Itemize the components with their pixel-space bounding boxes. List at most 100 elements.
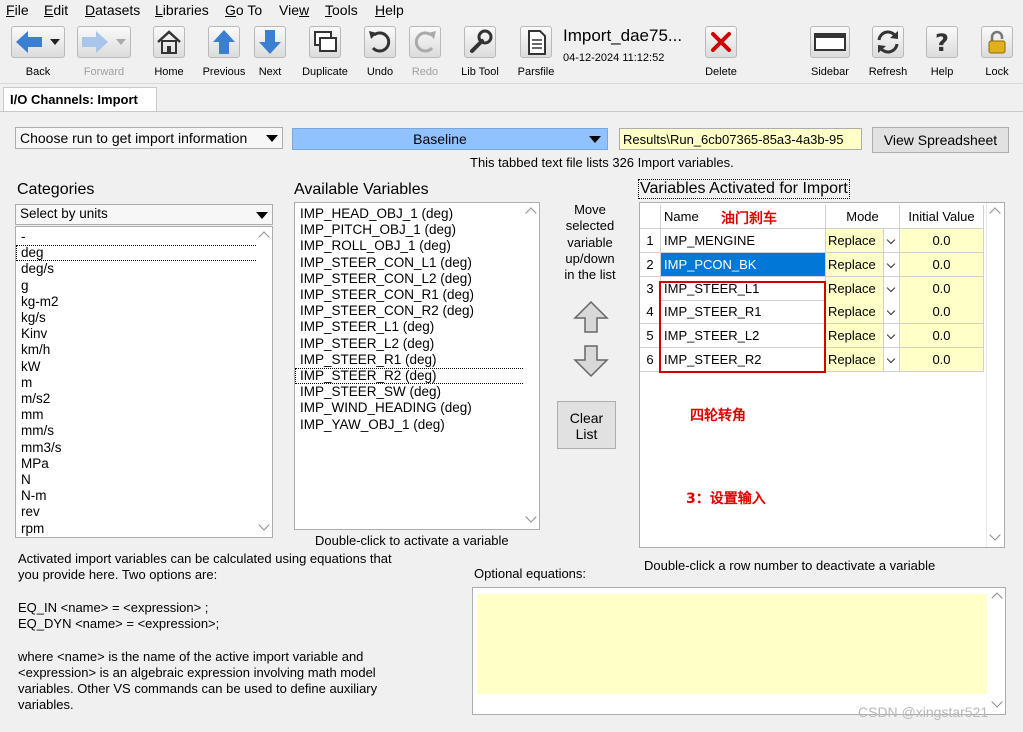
category-item[interactable]: kg/s [16, 310, 272, 326]
scrollbar[interactable] [523, 203, 539, 529]
category-item[interactable]: m [16, 375, 272, 391]
chevron-down-icon[interactable] [884, 229, 900, 253]
duplicate-button[interactable]: Duplicate [297, 26, 353, 82]
baseline-select[interactable]: Baseline [292, 128, 608, 150]
next-button[interactable]: Next [253, 26, 287, 82]
parsfile-button[interactable]: Parsfile [513, 26, 559, 82]
view-spreadsheet-button[interactable]: View Spreadsheet [872, 127, 1009, 153]
chevron-down-icon[interactable] [884, 276, 900, 301]
row-number[interactable]: 3 [640, 276, 661, 301]
mode-select[interactable]: Replace [826, 229, 884, 253]
back-button[interactable]: Back [8, 26, 68, 82]
category-item[interactable]: mm/s [16, 423, 272, 439]
category-item[interactable]: mm [16, 407, 272, 423]
results-path-field[interactable]: Results\Run_6cb07365-85a3-4a3b-95 [619, 128, 862, 150]
menu-goto[interactable]: Go To [225, 2, 262, 18]
available-variables-list[interactable]: IMP_HEAD_OBJ_1 (deg) IMP_PITCH_OBJ_1 (deg… [294, 202, 540, 530]
mode-select[interactable]: Replace [826, 348, 884, 372]
previous-button[interactable]: Previous [200, 26, 248, 82]
home-button[interactable]: Home [148, 26, 190, 82]
available-variable-item[interactable]: IMP_STEER_L2 (deg) [295, 336, 539, 352]
category-item[interactable]: rpm [16, 521, 272, 537]
initial-value-input[interactable]: 0.0 [900, 300, 984, 325]
redo-button[interactable]: Redo [405, 26, 445, 82]
available-variable-item[interactable]: IMP_YAW_OBJ_1 (deg) [295, 417, 539, 433]
scrollbar[interactable] [256, 227, 272, 537]
menu-libraries[interactable]: Libraries [155, 2, 209, 18]
optional-equations-box[interactable] [472, 587, 1006, 715]
available-variable-item[interactable]: IMP_STEER_CON_L1 (deg) [295, 255, 539, 271]
lock-button[interactable]: Lock [977, 26, 1017, 82]
category-item[interactable]: deg/s [16, 261, 272, 277]
row-number[interactable]: 1 [640, 229, 661, 253]
menu-help[interactable]: Help [375, 2, 404, 18]
menu-tools[interactable]: Tools [325, 2, 358, 18]
initial-value-input[interactable]: 0.0 [900, 324, 984, 349]
category-item[interactable]: deg [16, 245, 272, 262]
category-item[interactable]: kW [16, 359, 272, 375]
category-item[interactable]: m/s2 [16, 391, 272, 407]
menu-file[interactable]: File [6, 2, 29, 18]
chevron-down-icon[interactable] [884, 324, 900, 349]
forward-button[interactable]: Forward [74, 26, 134, 82]
menu-view[interactable]: View [279, 2, 309, 18]
variable-name[interactable]: IMP_MENGINE [661, 229, 826, 253]
categories-list[interactable]: - deg deg/s g kg-m2 kg/s Kinv km/h kW m m/s2 mm mm/s… [15, 226, 273, 538]
equations-textarea[interactable] [477, 594, 987, 694]
category-item[interactable]: rev [16, 504, 272, 520]
available-variable-item[interactable]: IMP_WIND_HEADING (deg) [295, 400, 539, 416]
chevron-down-icon[interactable] [884, 300, 900, 325]
available-variable-item[interactable]: IMP_HEAD_OBJ_1 (deg) [295, 206, 539, 222]
move-down-arrow-icon[interactable] [573, 344, 609, 378]
menu-datasets[interactable]: Datasets [85, 2, 140, 18]
row-number[interactable]: 2 [640, 252, 661, 277]
units-filter-select[interactable]: Select by units [15, 204, 273, 225]
available-variable-item[interactable]: IMP_STEER_CON_R2 (deg) [295, 303, 539, 319]
category-item[interactable]: - [16, 229, 272, 245]
row-number[interactable]: 5 [640, 324, 661, 349]
available-variable-item[interactable]: IMP_STEER_CON_L2 (deg) [295, 271, 539, 287]
category-item[interactable]: MPa [16, 456, 272, 472]
lib-tool-button[interactable]: Lib Tool [455, 26, 505, 82]
dataset-title[interactable]: Import_dae75... [563, 26, 682, 46]
menu-edit[interactable]: Edit [44, 2, 68, 18]
mode-select[interactable]: Replace [826, 324, 884, 349]
category-item[interactable]: Kinv [16, 326, 272, 342]
scrollbar[interactable] [986, 203, 1004, 547]
tab-io-channels-import[interactable]: I/O Channels: Import [3, 87, 157, 111]
move-up-arrow-icon[interactable] [573, 300, 609, 334]
category-item[interactable]: kg-m2 [16, 294, 272, 310]
help-button[interactable]: ? Help [922, 26, 962, 82]
row-number[interactable]: 6 [640, 348, 661, 372]
mode-select[interactable]: Replace [826, 300, 884, 325]
category-item[interactable]: km/h [16, 342, 272, 358]
mode-select[interactable]: Replace [826, 276, 884, 301]
category-item[interactable]: mm3/s [16, 440, 272, 456]
available-variable-item[interactable]: IMP_STEER_R2 (deg) [295, 368, 539, 385]
initial-value-input[interactable]: 0.0 [900, 252, 984, 277]
available-variable-item[interactable]: IMP_STEER_SW (deg) [295, 384, 539, 400]
mode-select[interactable]: Replace [826, 252, 884, 277]
available-variable-item[interactable]: IMP_STEER_CON_R1 (deg) [295, 287, 539, 303]
sidebar-button[interactable]: Sidebar [806, 26, 854, 82]
clear-list-button[interactable]: Clear List [557, 401, 616, 449]
chevron-down-icon[interactable] [884, 252, 900, 277]
category-item[interactable]: N-m [16, 488, 272, 504]
category-item[interactable]: N [16, 472, 272, 488]
chevron-down-icon[interactable] [884, 348, 900, 372]
category-item[interactable]: g [16, 278, 272, 294]
scrollbar[interactable] [989, 588, 1005, 714]
row-number[interactable]: 4 [640, 300, 661, 325]
run-select[interactable]: Choose run to get import information [15, 127, 283, 149]
variable-name[interactable]: IMP_PCON_BK [661, 252, 826, 277]
available-variable-item[interactable]: IMP_PITCH_OBJ_1 (deg) [295, 222, 539, 238]
available-variable-item[interactable]: IMP_STEER_L1 (deg) [295, 319, 539, 335]
initial-value-input[interactable]: 0.0 [900, 276, 984, 301]
available-variable-item[interactable]: IMP_STEER_R1 (deg) [295, 352, 539, 368]
refresh-button[interactable]: Refresh [866, 26, 910, 82]
available-variable-item[interactable]: IMP_ROLL_OBJ_1 (deg) [295, 238, 539, 254]
undo-button[interactable]: Undo [360, 26, 400, 82]
delete-button[interactable]: Delete [700, 26, 742, 82]
initial-value-input[interactable]: 0.0 [900, 229, 984, 253]
initial-value-input[interactable]: 0.0 [900, 348, 984, 372]
